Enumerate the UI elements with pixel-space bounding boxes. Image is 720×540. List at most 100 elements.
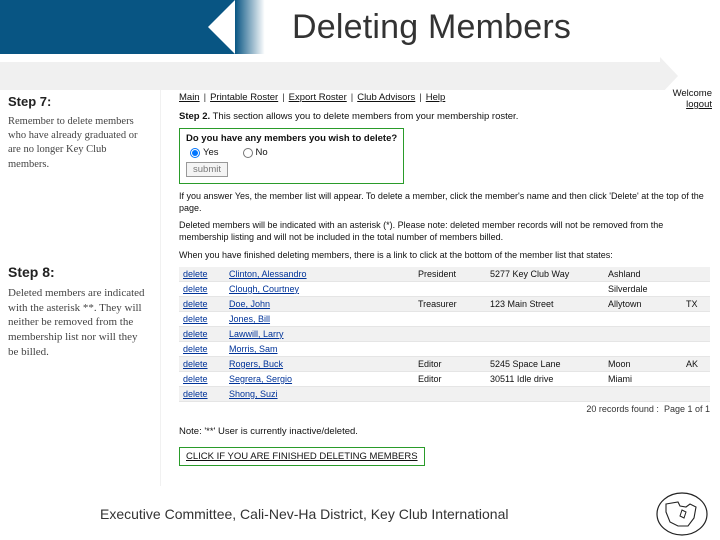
delete-link[interactable]: delete bbox=[183, 374, 208, 384]
radio-group: Yes No bbox=[190, 147, 397, 158]
nav-main[interactable]: Main bbox=[179, 92, 200, 103]
member-name-link[interactable]: Doe, John bbox=[229, 299, 270, 309]
nav-club-advisors[interactable]: Club Advisors bbox=[357, 92, 415, 103]
submit-button[interactable]: submit bbox=[186, 162, 228, 177]
nav-printable-roster[interactable]: Printable Roster bbox=[210, 92, 278, 103]
member-name-link[interactable]: Morris, Sam bbox=[229, 344, 278, 354]
member-role bbox=[414, 281, 486, 296]
welcome-label: Welcome bbox=[673, 88, 712, 99]
member-address bbox=[486, 386, 604, 401]
delete-link[interactable]: delete bbox=[183, 344, 208, 354]
delete-link[interactable]: delete bbox=[183, 359, 208, 369]
top-nav: Main | Printable Roster | Export Roster | C… bbox=[179, 92, 710, 103]
nav-sep: | bbox=[351, 92, 353, 103]
radio-yes-label[interactable]: Yes bbox=[190, 147, 219, 158]
member-state bbox=[682, 371, 710, 386]
step8-heading: Step 8: bbox=[8, 264, 150, 280]
member-city: Miami bbox=[604, 371, 682, 386]
member-address: 5245 Space Lane bbox=[486, 356, 604, 371]
member-city bbox=[604, 311, 682, 326]
member-role: Treasurer bbox=[414, 296, 486, 311]
member-city: Ashland bbox=[604, 267, 682, 282]
radio-no-text: No bbox=[256, 147, 268, 158]
finish-deleting-link[interactable]: CLICK IF YOU ARE FINISHED DELETING MEMBE… bbox=[186, 451, 418, 462]
member-address: 30511 Idle drive bbox=[486, 371, 604, 386]
member-name-link[interactable]: Clinton, Alessandro bbox=[229, 269, 307, 279]
welcome-block: Welcome logout bbox=[673, 88, 712, 110]
member-state bbox=[682, 341, 710, 356]
table-row: delete Morris, Sam bbox=[179, 341, 710, 356]
nav-help[interactable]: Help bbox=[426, 92, 446, 103]
table-row: delete Clough, Courtney Silverdale bbox=[179, 281, 710, 296]
member-role bbox=[414, 386, 486, 401]
delete-question-box: Do you have any members you wish to dele… bbox=[179, 128, 404, 184]
page-meta: 20 records found : Page 1 of 1 bbox=[179, 404, 710, 414]
right-column: Welcome logout Main | Printable Roster | E… bbox=[160, 90, 720, 486]
table-row: delete Jones, Bill bbox=[179, 311, 710, 326]
left-column: Step 7: Remember to delete members who h… bbox=[0, 90, 160, 486]
member-role: Editor bbox=[414, 356, 486, 371]
delete-link[interactable]: delete bbox=[183, 284, 208, 294]
radio-no-label[interactable]: No bbox=[243, 147, 268, 158]
member-address: 123 Main Street bbox=[486, 296, 604, 311]
member-address bbox=[486, 341, 604, 356]
step2-line: Step 2. This section allows you to delet… bbox=[179, 111, 710, 122]
member-role bbox=[414, 326, 486, 341]
step2-label: Step 2. bbox=[179, 111, 210, 122]
step7-body: Remember to delete members who have alre… bbox=[8, 115, 150, 172]
arrow-decoration bbox=[235, 0, 270, 54]
finish-box: CLICK IF YOU ARE FINISHED DELETING MEMBE… bbox=[179, 447, 425, 466]
member-name-link[interactable]: Lawwill, Larry bbox=[229, 329, 284, 339]
delete-link[interactable]: delete bbox=[183, 314, 208, 324]
instruction-2: Deleted members will be indicated with a… bbox=[179, 219, 710, 243]
table-row: delete Segrera, Sergio Editor30511 Idle dr… bbox=[179, 371, 710, 386]
member-address bbox=[486, 311, 604, 326]
delete-link[interactable]: delete bbox=[183, 329, 208, 339]
delete-link[interactable]: delete bbox=[183, 299, 208, 309]
radio-yes[interactable] bbox=[190, 148, 200, 158]
main-content: Step 7: Remember to delete members who h… bbox=[0, 90, 720, 486]
member-state bbox=[682, 326, 710, 341]
member-role bbox=[414, 341, 486, 356]
member-name-link[interactable]: Shong, Suzi bbox=[229, 389, 278, 399]
logo bbox=[654, 490, 710, 538]
step8-body: Deleted members are indicated with the a… bbox=[8, 286, 150, 360]
member-address bbox=[486, 326, 604, 341]
member-role bbox=[414, 311, 486, 326]
logout-link[interactable]: logout bbox=[673, 99, 712, 110]
nav-sep: | bbox=[419, 92, 421, 103]
footer-text: Executive Committee, Cali-Nev-Ha Distric… bbox=[100, 506, 508, 522]
delete-link[interactable]: delete bbox=[183, 269, 208, 279]
delete-link[interactable]: delete bbox=[183, 389, 208, 399]
member-address bbox=[486, 281, 604, 296]
footer: Executive Committee, Cali-Nev-Ha Distric… bbox=[0, 486, 720, 540]
table-row: delete Lawwill, Larry bbox=[179, 326, 710, 341]
nav-export-roster[interactable]: Export Roster bbox=[289, 92, 347, 103]
member-table: delete Clinton, Alessandro President5277 K… bbox=[179, 267, 710, 402]
table-row: delete Clinton, Alessandro President5277 K… bbox=[179, 267, 710, 282]
member-role: Editor bbox=[414, 371, 486, 386]
records-found: 20 records found : bbox=[586, 404, 659, 414]
district-map-icon bbox=[656, 492, 708, 536]
instruction-1: If you answer Yes, the member list will … bbox=[179, 190, 710, 214]
member-city: Moon bbox=[604, 356, 682, 371]
nav-sep: | bbox=[282, 92, 284, 103]
member-address: 5277 Key Club Way bbox=[486, 267, 604, 282]
inactive-note: Note: '**' User is currently inactive/de… bbox=[179, 426, 710, 437]
member-name-link[interactable]: Clough, Courtney bbox=[229, 284, 299, 294]
member-table-wrap: delete Clinton, Alessandro President5277 K… bbox=[179, 267, 710, 414]
step7-heading: Step 7: bbox=[8, 94, 150, 109]
nav-sep: | bbox=[204, 92, 206, 103]
step8-block: Step 8: Deleted members are indicated wi… bbox=[8, 264, 150, 360]
member-name-link[interactable]: Segrera, Sergio bbox=[229, 374, 292, 384]
member-city: Allytown bbox=[604, 296, 682, 311]
member-city: Silverdale bbox=[604, 281, 682, 296]
page-title: Deleting Members bbox=[292, 8, 571, 47]
member-role: President bbox=[414, 267, 486, 282]
step2-text: This section allows you to delete member… bbox=[213, 111, 519, 122]
member-name-link[interactable]: Jones, Bill bbox=[229, 314, 270, 324]
title-band: Deleting Members bbox=[270, 0, 720, 54]
radio-no[interactable] bbox=[243, 148, 253, 158]
member-state bbox=[682, 386, 710, 401]
member-name-link[interactable]: Rogers, Buck bbox=[229, 359, 283, 369]
